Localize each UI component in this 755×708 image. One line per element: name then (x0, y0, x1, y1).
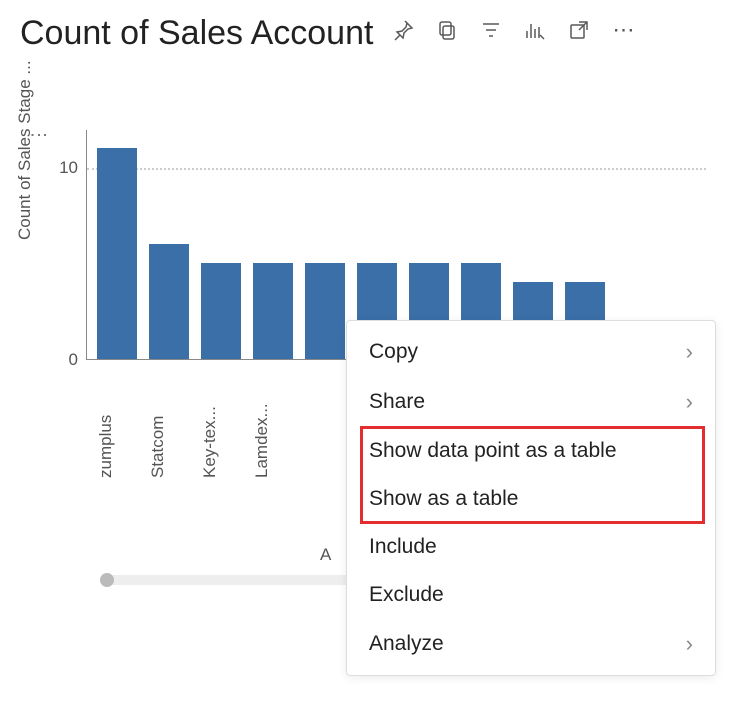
x-tick-label: Lamdex... (252, 368, 292, 478)
menu-item-label: Share (369, 390, 425, 414)
x-tick-label: Statcom (148, 368, 188, 478)
chart-scrollbar-thumb[interactable] (100, 573, 114, 587)
menu-item-show-as-a-table[interactable]: Show as a table (347, 475, 715, 523)
y-tick-1: 10 (48, 158, 78, 178)
copy-icon[interactable] (435, 18, 459, 42)
chart-toolbar: ⋯ (391, 18, 635, 42)
y-tick-0: 0 (48, 350, 78, 370)
menu-item-exclude[interactable]: Exclude (347, 571, 715, 619)
menu-item-label: Copy (369, 340, 418, 364)
y-axis-label: Count of Sales Stage ... (15, 60, 35, 240)
filter-icon[interactable] (479, 18, 503, 42)
menu-item-label: Include (369, 535, 437, 559)
menu-item-include[interactable]: Include (347, 523, 715, 571)
context-menu: Copy › Share › Show data point as a table Sho… (346, 320, 716, 676)
menu-item-analyze[interactable]: Analyze › (347, 619, 715, 669)
x-axis-label: A (320, 545, 331, 565)
chevron-right-icon: › (686, 339, 693, 365)
chart-title: Count of Sales Account (20, 12, 373, 55)
pin-icon[interactable] (391, 18, 415, 42)
chevron-right-icon: › (686, 389, 693, 415)
popout-icon[interactable] (567, 18, 591, 42)
bar[interactable] (253, 263, 293, 359)
menu-item-show-data-point-as-a-table[interactable]: Show data point as a table (347, 427, 715, 475)
bar[interactable] (201, 263, 241, 359)
menu-item-label: Exclude (369, 583, 444, 607)
x-tick-label: Key-tex... (200, 368, 240, 478)
x-tick-label: zumplus (96, 368, 136, 478)
menu-item-label: Show data point as a table (369, 439, 617, 463)
menu-item-label: Analyze (369, 632, 444, 656)
y-ticks: 0 10 (48, 130, 78, 360)
more-icon[interactable]: ⋯ (611, 18, 635, 42)
menu-item-copy[interactable]: Copy › (347, 327, 715, 377)
spotlight-icon[interactable] (523, 18, 547, 42)
menu-item-label: Show as a table (369, 487, 518, 511)
bar[interactable] (97, 148, 137, 359)
chevron-right-icon: › (686, 631, 693, 657)
bar[interactable] (149, 244, 189, 359)
bar[interactable] (305, 263, 345, 359)
menu-item-share[interactable]: Share › (347, 377, 715, 427)
x-tick-label (304, 368, 344, 478)
chart-header: Count of Sales Account ⋯ (0, 0, 755, 55)
